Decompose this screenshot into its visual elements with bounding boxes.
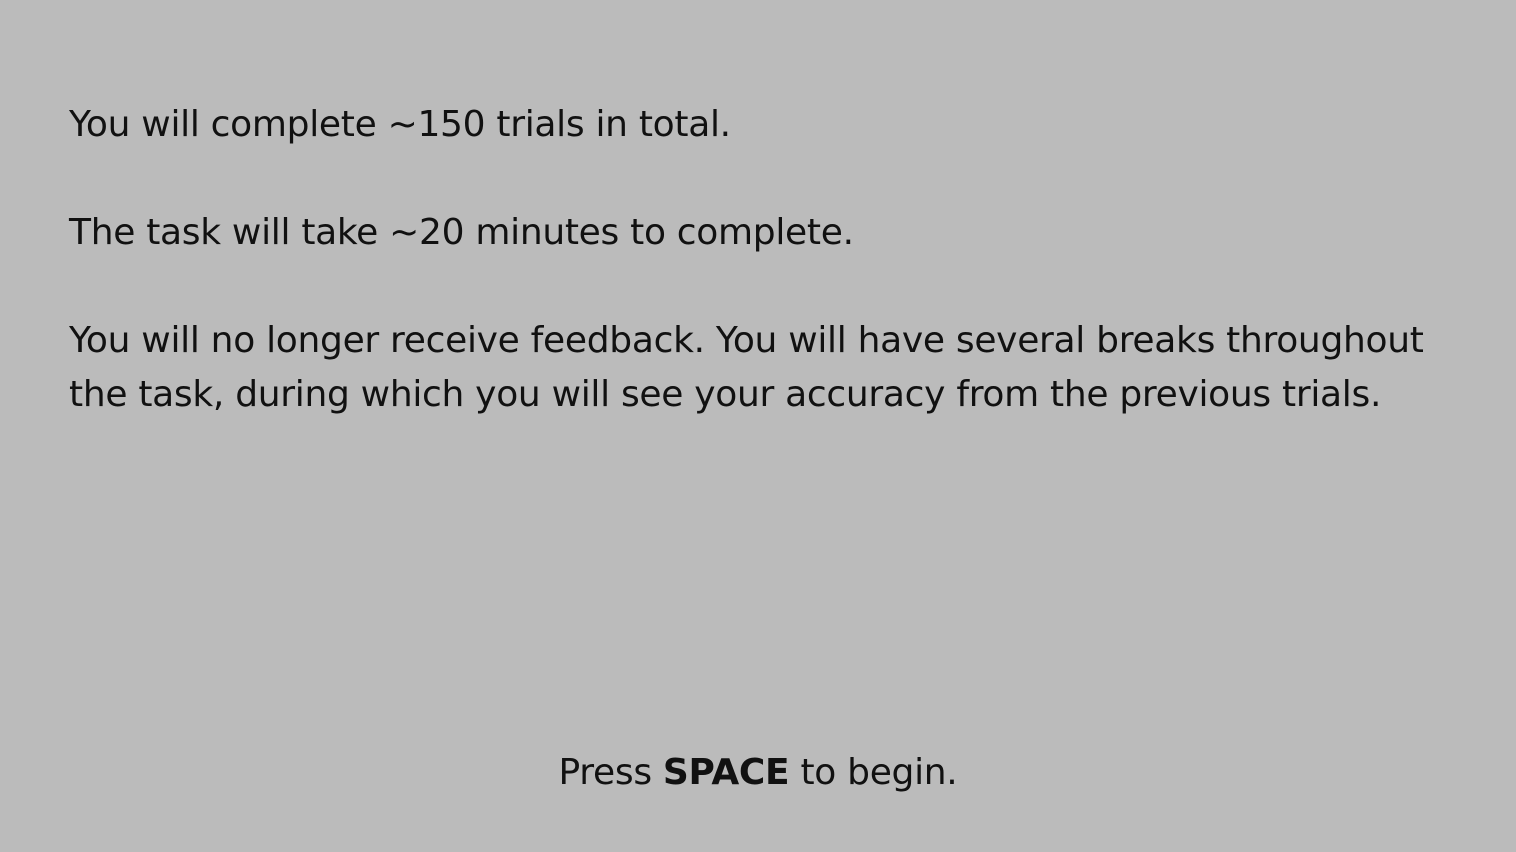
prompt-suffix: to begin. xyxy=(789,752,958,793)
instruction-duration: The task will take ~20 minutes to comple… xyxy=(69,212,854,253)
instruction-feedback-breaks: You will no longer receive feedback. You… xyxy=(69,320,1424,415)
prompt-key-space: SPACE xyxy=(662,752,790,793)
instructions-block: You will complete ~150 trials in total. … xyxy=(69,98,1449,422)
prompt-prefix: Press xyxy=(558,752,663,793)
instruction-trial-count: You will complete ~150 trials in total. xyxy=(69,104,731,145)
continue-prompt: Press SPACE to begin. xyxy=(0,746,1516,800)
